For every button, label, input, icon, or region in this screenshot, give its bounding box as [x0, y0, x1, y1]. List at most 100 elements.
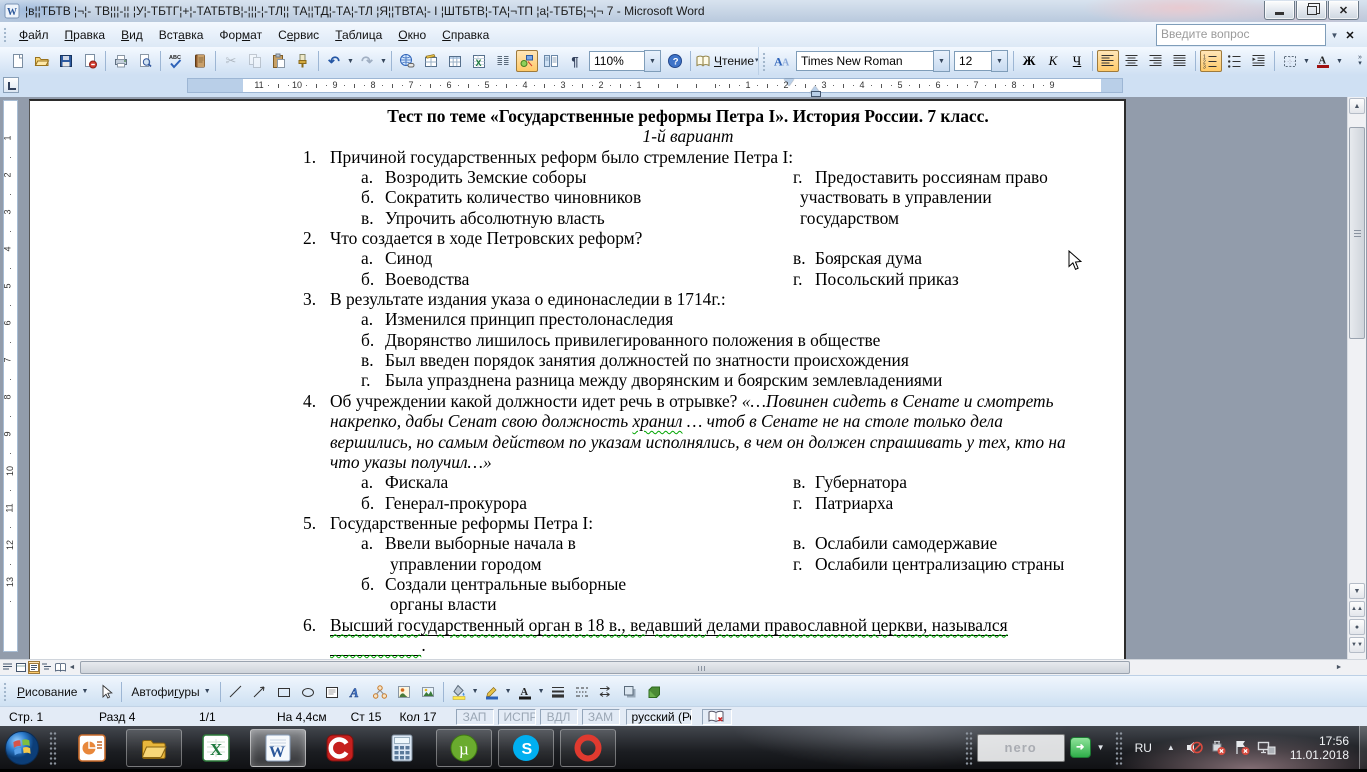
bold-button[interactable]: Ж	[1018, 50, 1040, 72]
question-input[interactable]: Введите вопрос	[1156, 24, 1326, 46]
font-color-2-button[interactable]: А	[514, 681, 536, 703]
menu-Вставка[interactable]: Вставка	[151, 24, 212, 46]
font-color-2-dropdown-icon[interactable]: ▼	[537, 681, 546, 703]
question-close-icon[interactable]: ✕	[1343, 26, 1357, 44]
nero-search-go-button[interactable]: ➜	[1069, 737, 1091, 758]
clip-art-button[interactable]	[393, 681, 415, 703]
open-folder-button[interactable]	[31, 50, 53, 72]
tray-grip-2[interactable]	[1114, 730, 1123, 765]
formatting-toolbar-grip[interactable]	[761, 51, 766, 71]
text-box-button[interactable]	[321, 681, 343, 703]
redo-button[interactable]: ↷	[356, 50, 378, 72]
oval-shape-button[interactable]	[297, 681, 319, 703]
spelling-status-icon[interactable]	[701, 709, 732, 725]
previous-page-button[interactable]: ▲▲	[1349, 601, 1365, 617]
dash-style-button[interactable]	[571, 681, 593, 703]
italic-button[interactable]: К	[1042, 50, 1064, 72]
new-document-button[interactable]	[7, 50, 29, 72]
borders-dropdown-icon[interactable]: ▼	[1302, 50, 1311, 72]
line-color-button[interactable]	[481, 681, 503, 703]
status-mode-ЗАМ[interactable]: ЗАМ	[581, 709, 620, 725]
size-value[interactable]: 12	[954, 51, 991, 71]
web-layout-view-button[interactable]	[15, 661, 27, 674]
menu-Окно[interactable]: Окно	[390, 24, 434, 46]
add-remove-buttons-chevron[interactable]: » ▾	[1353, 48, 1367, 74]
scroll-up-button[interactable]: ▲	[1349, 98, 1365, 114]
taskbar-app-explorer[interactable]	[126, 728, 182, 767]
arrow-style-button[interactable]	[595, 681, 617, 703]
borders-button[interactable]	[1279, 50, 1301, 72]
menu-Формат[interactable]: Формат	[211, 24, 270, 46]
scroll-down-button[interactable]: ▼	[1349, 583, 1365, 599]
start-button[interactable]	[3, 729, 41, 767]
menu-Правка[interactable]: Правка	[57, 24, 114, 46]
font-combo[interactable]: Times New Roman ▼	[796, 50, 950, 72]
font-color-dropdown-icon[interactable]: ▼	[1335, 50, 1344, 72]
line-style-button[interactable]	[547, 681, 569, 703]
fill-color-button[interactable]	[448, 681, 470, 703]
bullet-list-button[interactable]	[1224, 50, 1246, 72]
vertical-ruler[interactable]: 1 2 3 4 5 6 7 8 9 10 11 12 13	[3, 100, 18, 652]
horizontal-scroll-thumb[interactable]	[80, 661, 1130, 674]
combo-dropdown-icon[interactable]: ▼	[644, 50, 661, 72]
shadow-style-button[interactable]	[619, 681, 641, 703]
copy-button[interactable]	[244, 50, 266, 72]
question-dropdown-icon[interactable]: ▼	[1328, 26, 1341, 44]
drawing-toolbar-grip[interactable]	[2, 680, 7, 703]
font-value[interactable]: Times New Roman	[796, 51, 933, 71]
next-page-button[interactable]: ▼▼	[1349, 637, 1365, 653]
research-button[interactable]	[189, 50, 211, 72]
increase-indent-button[interactable]	[1248, 50, 1270, 72]
autoshapes-menu-button[interactable]: Автофигуры ▼	[125, 682, 216, 702]
menu-Справка[interactable]: Справка	[434, 24, 497, 46]
reading-view-button[interactable]	[54, 661, 66, 674]
tables-borders-button[interactable]	[420, 50, 442, 72]
taskbar-grip[interactable]	[49, 730, 57, 765]
draw-menu-button[interactable]: Рисование ▼	[11, 682, 94, 702]
zoom-combo[interactable]: 110% ▼	[589, 50, 661, 72]
fill-color-dropdown-icon[interactable]: ▼	[471, 681, 480, 703]
action-center-flag-icon[interactable]	[1233, 739, 1251, 757]
undo-button[interactable]: ↶	[323, 50, 345, 72]
taskbar-app-word[interactable]: W	[250, 728, 306, 767]
menu-Вид[interactable]: Вид	[113, 24, 151, 46]
status-mode-ВДЛ[interactable]: ВДЛ	[539, 709, 578, 725]
show-desktop-button[interactable]	[1359, 726, 1367, 769]
columns-button[interactable]	[492, 50, 514, 72]
taskbar-app-calculator[interactable]	[374, 729, 430, 767]
minimize-button[interactable]	[1264, 1, 1295, 20]
threed-style-button[interactable]	[643, 681, 665, 703]
drawing-button[interactable]	[516, 50, 538, 72]
save-button[interactable]	[55, 50, 77, 72]
styles-button[interactable]: AA	[771, 50, 793, 72]
volume-muted-icon[interactable]	[1185, 739, 1203, 757]
taskbar-app-opera[interactable]	[560, 728, 616, 767]
align-right-button[interactable]	[1145, 50, 1167, 72]
picture-button[interactable]	[417, 681, 439, 703]
line-color-dropdown-icon[interactable]: ▼	[504, 681, 513, 703]
status-mode-ИСПР[interactable]: ИСПР	[497, 709, 536, 725]
scroll-left-button[interactable]: ◄	[66, 661, 78, 674]
taskbar-app-utorrent[interactable]: µ	[436, 728, 492, 767]
cut-button[interactable]: ✂	[220, 50, 242, 72]
taskbar-app-red-c-app[interactable]	[312, 729, 368, 767]
language-indicator[interactable]: RU	[1135, 741, 1152, 755]
diagram-button[interactable]	[369, 681, 391, 703]
vertical-scrollbar[interactable]: ▲ ▼ ▲▲ ● ▼▼	[1347, 97, 1366, 659]
arrow-shape-button[interactable]	[249, 681, 271, 703]
network-status-icon[interactable]	[1257, 739, 1276, 757]
hyperlink-button[interactable]	[396, 50, 418, 72]
font-color-button[interactable]: А	[1312, 50, 1334, 72]
line-shape-button[interactable]	[225, 681, 247, 703]
align-center-button[interactable]	[1121, 50, 1143, 72]
numbered-list-button[interactable]: 123	[1200, 50, 1222, 72]
size-combo[interactable]: 12 ▼	[954, 50, 1008, 72]
safely-remove-hardware-icon[interactable]	[1209, 739, 1227, 757]
permission-button[interactable]	[79, 50, 101, 72]
nero-dropdown-icon[interactable]: ▼	[1097, 743, 1105, 752]
scroll-right-button[interactable]: ►	[1333, 661, 1345, 674]
align-justify-button[interactable]	[1169, 50, 1191, 72]
vertical-scroll-thumb[interactable]	[1349, 127, 1365, 339]
taskbar-clock[interactable]: 17:56 11.01.2018	[1290, 734, 1349, 762]
taskbar-app-excel[interactable]: X	[188, 729, 244, 767]
